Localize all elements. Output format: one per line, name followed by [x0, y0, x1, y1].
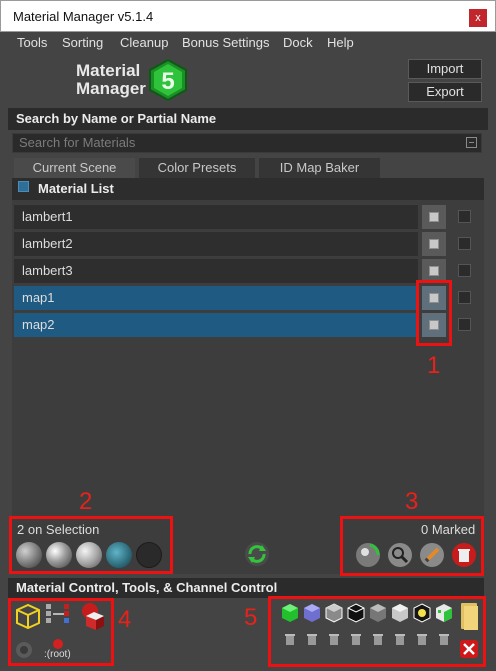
window-title: Material Manager v5.1.4 [13, 9, 154, 24]
mark-all-icon[interactable] [354, 541, 382, 569]
menu-cleanup[interactable]: Cleanup [120, 35, 168, 50]
tab-current-scene[interactable]: Current Scene [14, 158, 135, 178]
menu-help[interactable]: Help [327, 35, 354, 50]
logo-hexagon-icon: 5 [149, 58, 187, 102]
namespace-icon[interactable] [14, 640, 34, 660]
incandescence-cube-icon[interactable] [412, 602, 432, 624]
delete-marked-icon[interactable] [450, 541, 478, 569]
bump-cube-icon[interactable] [324, 602, 344, 624]
checker-cube-icon[interactable] [434, 602, 454, 624]
title-bar: Material Manager v5.1.4 x [0, 0, 496, 32]
mark-checkbox[interactable] [458, 237, 471, 250]
list-toggle-icon[interactable] [18, 181, 29, 192]
material-select-button[interactable] [422, 232, 446, 256]
menu-tools[interactable]: Tools [17, 35, 47, 50]
delete-all-icon[interactable] [458, 638, 480, 660]
list-item[interactable]: map2 [14, 313, 418, 337]
search-input[interactable]: Search for Materials [12, 133, 482, 153]
specular-hex-icon[interactable] [302, 602, 322, 624]
search-header[interactable]: Search by Name or Partial Name [8, 108, 488, 130]
trash-icon[interactable] [328, 632, 340, 646]
trash-icon[interactable] [372, 632, 384, 646]
mark-checkbox[interactable] [458, 291, 471, 304]
mark-checkbox[interactable] [458, 318, 471, 331]
trash-icon[interactable] [416, 632, 428, 646]
sphere-grey-icon[interactable] [16, 542, 42, 568]
trash-icon[interactable] [394, 632, 406, 646]
import-button[interactable]: Import [408, 59, 482, 79]
annotation-label-2: 2 [79, 488, 93, 515]
sphere-dark-icon[interactable] [136, 542, 162, 568]
sphere-glossy-icon[interactable] [76, 542, 102, 568]
list-item[interactable]: lambert1 [14, 205, 418, 229]
reflection-cube-icon[interactable] [368, 602, 388, 624]
logo-text: Material Manager [76, 62, 146, 98]
trash-icon[interactable] [438, 632, 450, 646]
refresh-icon[interactable] [244, 541, 270, 567]
trash-icon[interactable] [306, 632, 318, 646]
ambient-cube-icon[interactable] [390, 602, 410, 624]
logo-line-2: Manager [76, 79, 146, 98]
collapse-icon[interactable] [466, 137, 477, 148]
export-button[interactable]: Export [408, 82, 482, 102]
logo-version: 5 [161, 68, 174, 95]
selection-count: 2 on Selection [17, 522, 100, 537]
tab-color-presets[interactable]: Color Presets [139, 158, 255, 178]
tab-id-map-baker[interactable]: ID Map Baker [259, 158, 380, 178]
material-list-title: Material List [38, 181, 114, 196]
close-button[interactable]: x [469, 9, 487, 27]
menu-dock[interactable]: Dock [283, 35, 313, 50]
menu-sorting[interactable]: Sorting [62, 35, 103, 50]
mark-checkbox[interactable] [458, 210, 471, 223]
annotation-label-1: 1 [427, 352, 441, 379]
cube-icon [429, 266, 439, 276]
list-item[interactable]: lambert2 [14, 232, 418, 256]
annotation-label-4: 4 [118, 606, 132, 633]
mark-checkbox[interactable] [458, 264, 471, 277]
menu-bonus-settings[interactable]: Bonus Settings [182, 35, 269, 50]
annotation-box-1 [416, 280, 452, 346]
transparency-cube-icon[interactable] [346, 602, 366, 624]
search-marked-icon[interactable] [386, 541, 414, 569]
material-control-header[interactable]: Material Control, Tools, & Channel Contr… [8, 578, 484, 598]
wireframe-cube-icon[interactable] [14, 602, 42, 630]
folder-icon[interactable] [458, 600, 482, 632]
menu-bar: Tools Sorting Cleanup Bonus Settings Doc… [0, 32, 496, 54]
root-indicator-icon [53, 639, 63, 649]
material-list-header[interactable]: Material List [12, 178, 484, 200]
hierarchy-icon[interactable] [44, 602, 74, 626]
sphere-shiny-icon[interactable] [46, 542, 72, 568]
logo-line-1: Material [76, 61, 141, 80]
list-item[interactable]: map1 [14, 286, 418, 310]
sphere-swirl-icon[interactable] [106, 542, 132, 568]
material-select-button[interactable] [422, 205, 446, 229]
diffuse-cube-icon[interactable] [280, 602, 300, 624]
trash-icon[interactable] [350, 632, 362, 646]
annotation-label-5: 5 [244, 604, 258, 631]
trash-icon[interactable] [284, 632, 296, 646]
list-item[interactable]: lambert3 [14, 259, 418, 283]
annotation-label-3: 3 [405, 488, 419, 515]
cube-icon [429, 239, 439, 249]
rename-icon[interactable] [418, 541, 446, 569]
marked-count: 0 Marked [421, 522, 476, 537]
shader-ball-icon[interactable] [78, 600, 108, 632]
root-label: :(root) [44, 649, 71, 660]
cube-icon [429, 212, 439, 222]
